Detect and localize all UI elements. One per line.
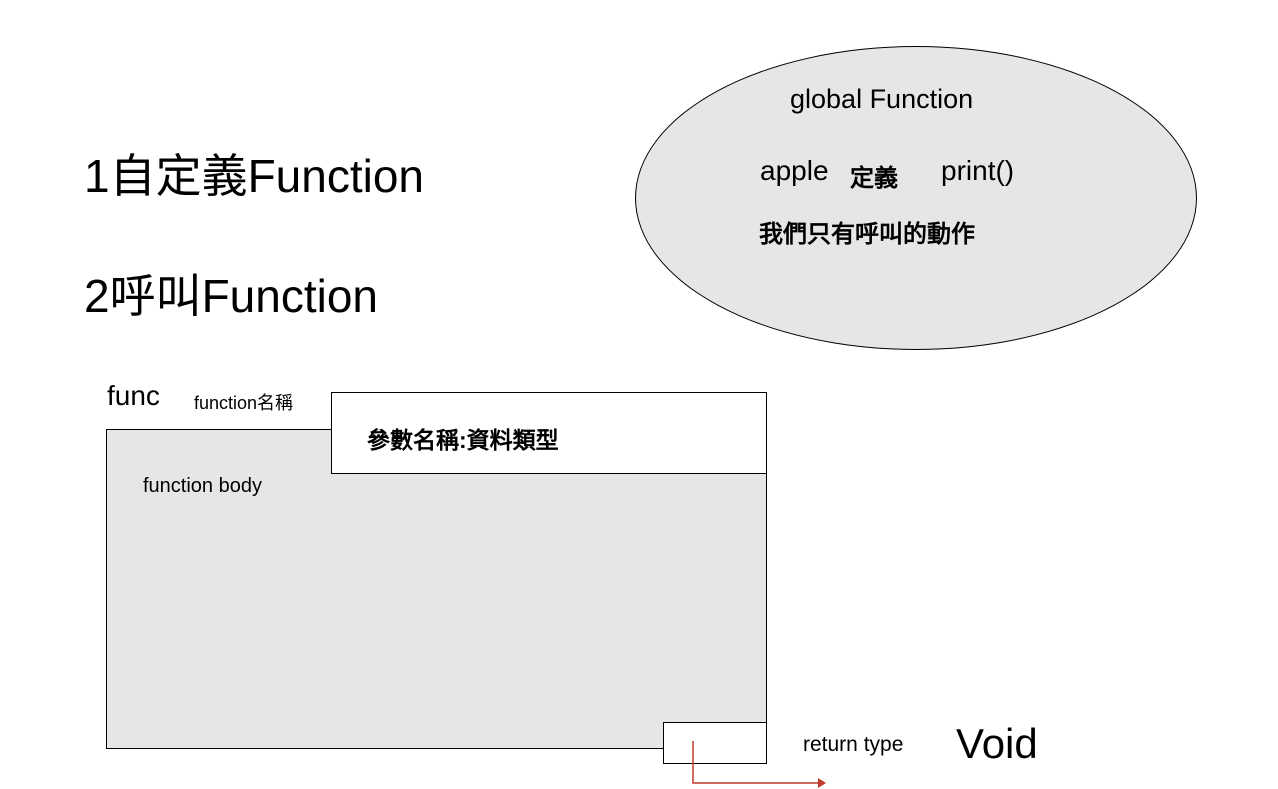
global-function-note: 我們只有呼叫的動作 <box>759 221 975 248</box>
return-arrow-head <box>818 778 826 788</box>
return-type-box <box>663 722 767 764</box>
func-keyword: func <box>107 380 160 411</box>
example-call: print() <box>941 155 1015 186</box>
heading-define-function: 1自定義Function <box>84 150 425 202</box>
global-function-title: global Function <box>790 84 974 114</box>
function-body-label: function body <box>143 475 262 497</box>
example-define-label: 定義 <box>850 165 898 192</box>
example-name: apple <box>760 155 829 186</box>
parameter-label: 參數名稱:資料類型 <box>367 427 559 453</box>
return-type-label: return type <box>803 733 904 756</box>
function-name-label: function名稱 <box>194 393 294 413</box>
return-type-value: Void <box>956 720 1038 767</box>
heading-call-function: 2呼叫Function <box>84 270 379 322</box>
